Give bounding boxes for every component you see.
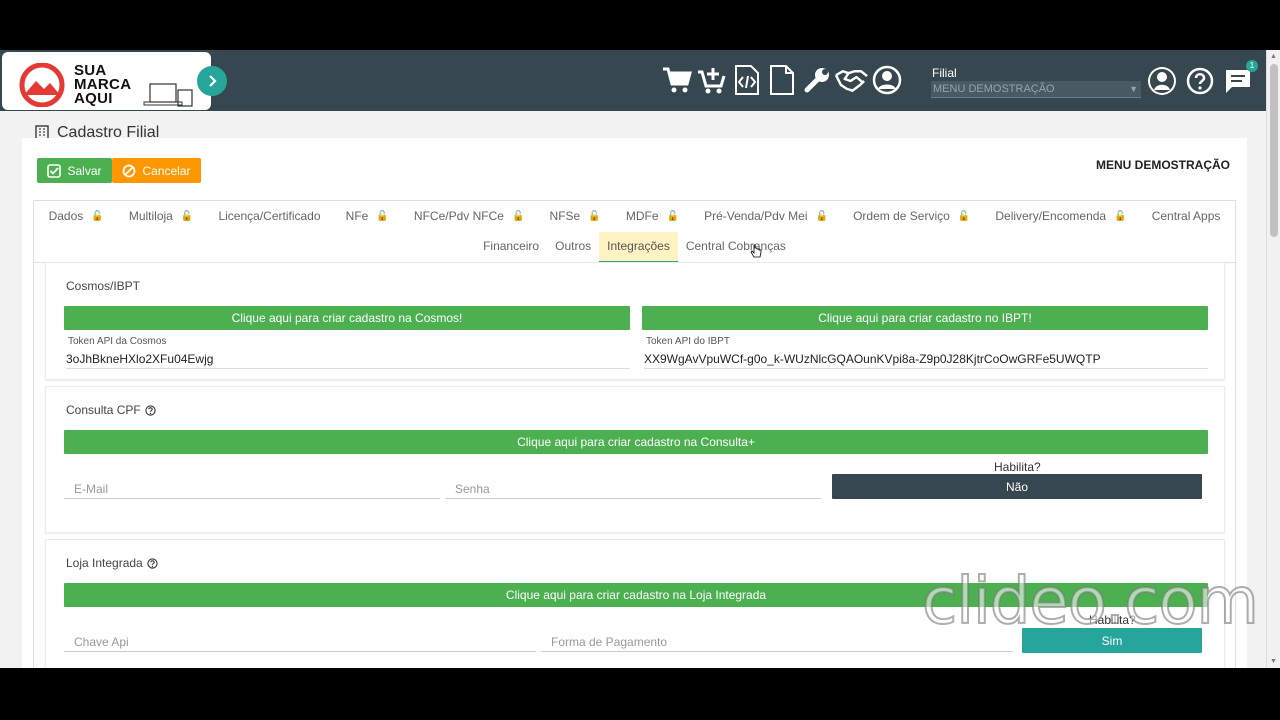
tabs-row-primary: Dados 🔓 Multiloja 🔓 Licença/Certificado NF… [34, 201, 1235, 231]
tab-integracoes[interactable]: Integrações [599, 232, 678, 263]
user-circle-icon[interactable] [870, 63, 903, 97]
ibpt-token-label: Token API do IBPT [646, 336, 730, 347]
help-circle-icon[interactable] [147, 557, 158, 569]
unlock-icon: 🔓 [91, 210, 104, 222]
unlock-icon: 🔓 [180, 210, 194, 222]
consulta-cpf-card: Consulta CPF Clique aqui para criar cada… [45, 386, 1225, 533]
scrollbar-thumb[interactable] [1270, 64, 1278, 237]
loja-integrada-title: Loja Integrada [66, 556, 158, 570]
devices-icon [143, 83, 193, 107]
email-field[interactable]: E-Mail [64, 482, 440, 499]
tab-mdfe[interactable]: MDFe 🔓 [626, 209, 679, 223]
filial-label: Filial [932, 66, 957, 80]
document-icon[interactable] [765, 63, 798, 97]
chevron-down-icon: ▼ [1129, 84, 1138, 94]
habilita-toggle-button[interactable]: Não [832, 474, 1202, 499]
tab-financeiro[interactable]: Financeiro [475, 232, 547, 263]
vertical-scrollbar[interactable]: ▲ ▼ [1266, 50, 1280, 668]
consulta-signup-button[interactable]: Clique aqui para criar cadastro na Consu… [64, 430, 1208, 454]
senha-field[interactable]: Senha [445, 482, 821, 499]
save-button-label: Salvar [67, 163, 102, 178]
unlock-icon: 🔓 [588, 210, 601, 222]
tab-central-cobrancas[interactable]: Central Cobranças [678, 232, 794, 263]
scroll-down-icon[interactable]: ▼ [1270, 658, 1277, 665]
cosmos-ibpt-card: Cosmos/IBPT Clique aqui para criar cadas… [45, 262, 1225, 380]
brand-logo-icon [19, 63, 65, 107]
chave-api-field[interactable]: Chave Api [64, 635, 536, 652]
help-circle-icon[interactable] [145, 404, 156, 416]
ban-icon [123, 164, 136, 177]
tab-central-apps[interactable]: Central Apps [1152, 209, 1221, 223]
ibpt-token-input[interactable]: XX9WgAvVpuWCf-g0o_k-WUzNlcGQAOunKVpi8a-Z… [644, 352, 1208, 369]
tab-outros[interactable]: Outros [547, 232, 599, 263]
handshake-icon[interactable] [835, 63, 868, 97]
cosmos-ibpt-title: Cosmos/IBPT [66, 279, 141, 293]
brand-logo[interactable]: SUA MARCA AQUI [2, 52, 211, 110]
tab-licenca-certificado[interactable]: Licença/Certificado [218, 209, 320, 223]
check-square-icon [47, 163, 62, 178]
ibpt-signup-button[interactable]: Clique aqui para criar cadastro no IBPT! [642, 306, 1208, 330]
cancel-button[interactable]: Cancelar [112, 158, 201, 183]
tab-nfe[interactable]: NFe 🔓 [346, 209, 389, 223]
notification-badge: 1 [1246, 60, 1258, 72]
tab-delivery-encomenda[interactable]: Delivery/Encomenda 🔓 [995, 209, 1126, 223]
cosmos-token-input[interactable]: 3oJhBkneHXlo2XFu04Ewjg [66, 352, 630, 369]
cart-add-icon[interactable] [695, 63, 728, 97]
help-icon[interactable] [1184, 64, 1216, 98]
cart-icon[interactable] [660, 63, 693, 97]
unlock-icon: 🔓 [376, 210, 389, 222]
chat-icon[interactable]: 1 [1222, 60, 1258, 98]
app-frame: SUA MARCA AQUI Filial MENU DEMOSTRAÇÃO ▼… [0, 50, 1280, 668]
top-bar: SUA MARCA AQUI Filial MENU DEMOSTRAÇÃO ▼… [0, 50, 1266, 111]
sidebar-toggle-button[interactable] [197, 66, 227, 96]
cancel-button-label: Cancelar [142, 163, 191, 178]
company-name: MENU DEMOSTRAÇÃO [1096, 158, 1230, 172]
filial-select-value: MENU DEMOSTRAÇÃO [933, 83, 1055, 95]
wrench-icon[interactable] [800, 63, 833, 97]
chevron-right-icon [209, 75, 217, 87]
tab-dados[interactable]: Dados 🔓 [49, 209, 104, 223]
save-button[interactable]: Salvar [37, 158, 112, 183]
unlock-icon: 🔓 [815, 210, 828, 222]
hand-cursor-icon [750, 244, 762, 258]
cosmos-token-label: Token API da Cosmos [68, 336, 167, 347]
tab-multiloja[interactable]: Multiloja 🔓 [129, 209, 193, 223]
tab-ordem-servico[interactable]: Ordem de Serviço 🔓 [853, 209, 970, 223]
unlock-icon: 🔓 [666, 210, 679, 222]
header-right-actions: 1 [1146, 60, 1258, 98]
consulta-cpf-title: Consulta CPF [66, 403, 156, 417]
user-account-icon[interactable] [1146, 64, 1178, 98]
filial-select[interactable]: MENU DEMOSTRAÇÃO ▼ [931, 81, 1141, 98]
habilita-label: Habilita? [994, 460, 1041, 474]
unlock-icon: 🔓 [957, 210, 971, 222]
unlock-icon: 🔓 [1114, 210, 1127, 222]
tabs-row-secondary: Financeiro Outros Integrações Central Co… [34, 232, 1235, 263]
unlock-icon: 🔓 [511, 210, 525, 222]
top-toolbar [660, 63, 903, 97]
brand-logo-text: SUA MARCA AQUI [74, 62, 132, 107]
scroll-up-icon[interactable]: ▲ [1270, 53, 1277, 60]
watermark: clideo.com [921, 564, 1260, 640]
cosmos-signup-button[interactable]: Clique aqui para criar cadastro na Cosmo… [64, 306, 630, 330]
tab-pre-venda[interactable]: Pré-Venda/Pdv Mei 🔓 [704, 209, 828, 223]
tab-nfse[interactable]: NFSe 🔓 [550, 209, 601, 223]
code-file-icon[interactable] [730, 63, 763, 97]
tab-nfce-pdv[interactable]: NFCe/Pdv NFCe 🔓 [414, 209, 524, 223]
